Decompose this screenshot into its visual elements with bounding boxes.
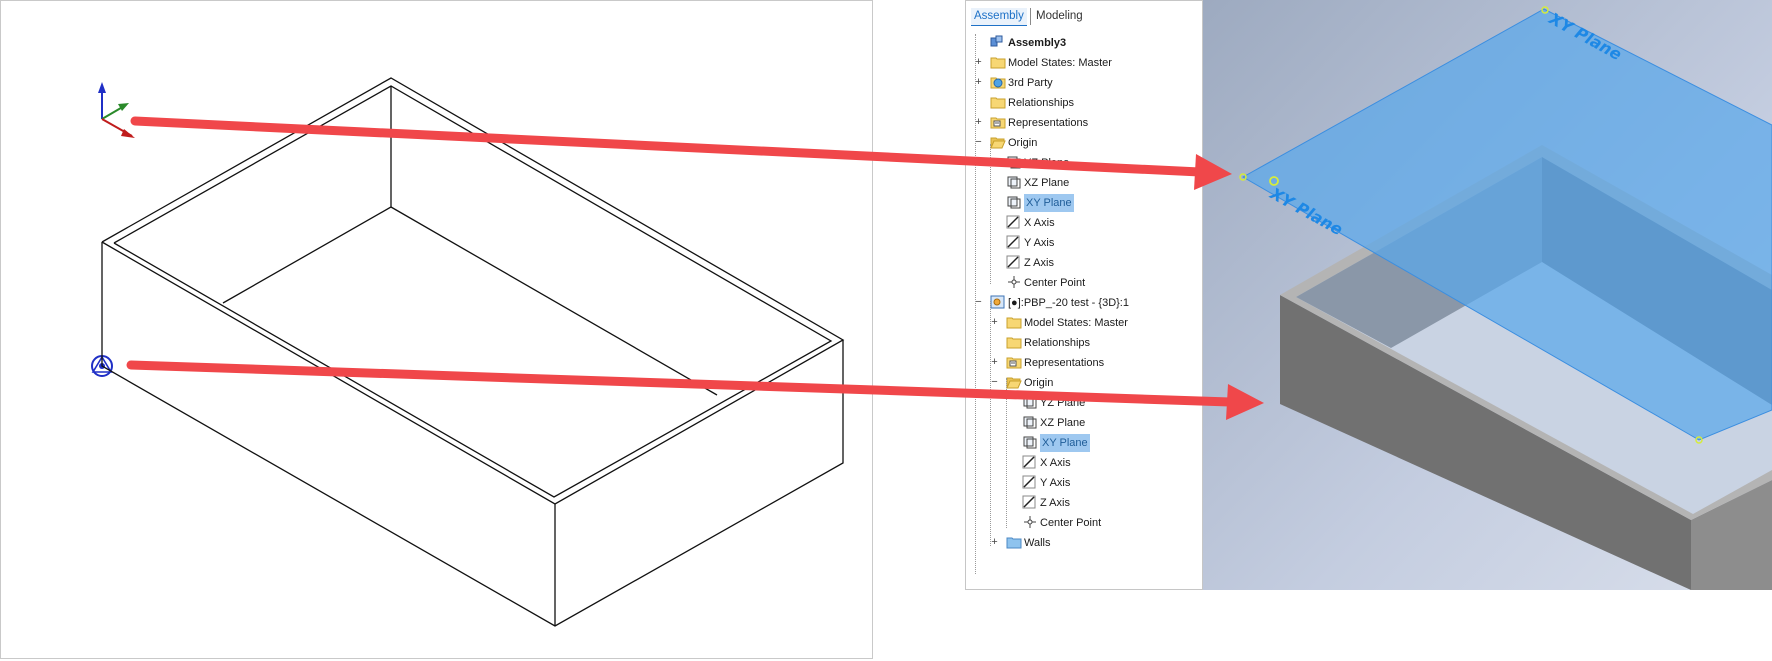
tree-node[interactable]: Z Axis [966, 494, 1202, 512]
tree-node[interactable]: + Walls [966, 534, 1202, 552]
tree-node-label: Model States: Master [1008, 57, 1112, 69]
folder-open-icon [1006, 375, 1022, 391]
tree-node[interactable]: XZ Plane [966, 414, 1202, 432]
tree-node[interactable]: XY Plane [966, 434, 1202, 452]
tree-node[interactable]: X Axis [966, 214, 1202, 232]
tree-node[interactable]: − Origin [966, 374, 1202, 392]
tab-modeling[interactable]: Modeling [1030, 8, 1083, 25]
tree-node[interactable]: Z Axis [966, 254, 1202, 272]
expand-icon[interactable]: + [990, 537, 999, 548]
tree-node-label: Model States: Master [1024, 317, 1128, 329]
center-point-icon [1022, 515, 1038, 531]
tree-node-label: YZ Plane [1024, 157, 1070, 169]
tree-node-label: Y Axis [1024, 237, 1055, 249]
tree-node[interactable]: Center Point [966, 514, 1202, 532]
tree-node[interactable]: X Axis [966, 454, 1202, 472]
tree-node[interactable]: − Origin [966, 134, 1202, 152]
folder-icon [1006, 335, 1022, 351]
tree-node-label: Assembly3 [1008, 37, 1067, 49]
plane-icon [1022, 435, 1038, 451]
tree-node[interactable]: + Model States: Master [966, 314, 1202, 332]
model-browser[interactable]: Assembly Modeling Assembly3 + Model States… [965, 0, 1203, 590]
ucs-icon [98, 82, 135, 138]
tree-node[interactable]: Relationships [966, 334, 1202, 352]
tree-node-label: X Axis [1040, 457, 1071, 469]
tree-node-label: Z Axis [1040, 497, 1070, 509]
axis-icon [1022, 455, 1038, 471]
tab-assembly[interactable]: Assembly [971, 8, 1027, 26]
axis-icon [1022, 475, 1038, 491]
wireframe-viewport[interactable] [0, 0, 873, 659]
tree-connector-line [990, 144, 991, 284]
tree-node-label: Relationships [1008, 97, 1075, 109]
tree-node-label: YZ Plane [1040, 397, 1086, 409]
tree-node-label: Representations [1024, 357, 1105, 369]
tree-node-label: Z Axis [1024, 257, 1054, 269]
plane-icon [1006, 175, 1022, 191]
tree-node[interactable]: Center Point [966, 274, 1202, 292]
expand-icon[interactable]: + [990, 317, 999, 328]
box-wireframe [101, 77, 845, 627]
center-point-icon [1006, 275, 1022, 291]
tree-node-label: Walls [1024, 537, 1051, 549]
part-icon [990, 295, 1006, 311]
tree-node[interactable]: Y Axis [966, 474, 1202, 492]
folder-open-icon [990, 135, 1006, 151]
tree-node[interactable]: + Representations [966, 354, 1202, 372]
tree-node-label: Center Point [1040, 517, 1102, 529]
tree-node-label: 3rd Party [1008, 77, 1053, 89]
tree-node-label: Representations [1008, 117, 1089, 129]
tree-node-label: Y Axis [1040, 477, 1071, 489]
tree-node[interactable]: YZ Plane [966, 394, 1202, 412]
tree-node-label: XZ Plane [1024, 177, 1070, 189]
assembly-icon [990, 35, 1006, 51]
tree-node-label: Origin [1024, 377, 1054, 389]
tree-node[interactable]: + Representations [966, 114, 1202, 132]
tree-node[interactable]: XY Plane [966, 194, 1202, 212]
tree-node-label: XZ Plane [1040, 417, 1086, 429]
tree-node-label: XY Plane [1040, 434, 1090, 452]
plane-icon [1006, 195, 1022, 211]
inventor-3d-viewport[interactable]: XY Plane XY Plane [1203, 0, 1772, 590]
folder-icon [990, 55, 1006, 71]
collapse-icon[interactable]: − [990, 377, 999, 388]
folder-blue-icon [1006, 535, 1022, 551]
axis-icon [1006, 255, 1022, 271]
plane-icon [1022, 415, 1038, 431]
tree-node-label: Relationships [1024, 337, 1091, 349]
plane-icon [1022, 395, 1038, 411]
folder-icon [990, 95, 1006, 111]
tree-node[interactable]: +3rd Party [966, 74, 1202, 92]
representations-icon [990, 115, 1006, 131]
tree-node[interactable]: XZ Plane [966, 174, 1202, 192]
tree-node[interactable]: − [●]:PBP_-20 test - {3D}:1 [966, 294, 1202, 312]
tree-connector-line [990, 301, 991, 546]
tree-node-label: XY Plane [1024, 194, 1074, 212]
tree-connector-line [975, 34, 976, 574]
plane-icon [1006, 155, 1022, 171]
axis-icon [1006, 235, 1022, 251]
tree-node[interactable]: YZ Plane [966, 154, 1202, 172]
tree-node-label: Center Point [1024, 277, 1086, 289]
tree-node-label: X Axis [1024, 217, 1055, 229]
tree-connector-line [1006, 378, 1007, 528]
third-party-icon [990, 75, 1006, 91]
axis-icon [1022, 495, 1038, 511]
representations-icon [1006, 355, 1022, 371]
tree-node[interactable]: + Model States: Master [966, 54, 1202, 72]
tree-node-label: Origin [1008, 137, 1038, 149]
folder-icon [1006, 315, 1022, 331]
tree-node[interactable]: Assembly3 [966, 34, 1202, 52]
tree-node[interactable]: Relationships [966, 94, 1202, 112]
tree-node[interactable]: Y Axis [966, 234, 1202, 252]
tree-node-label: [●]:PBP_-20 test - {3D}:1 [1008, 297, 1129, 309]
axis-icon [1006, 215, 1022, 231]
expand-icon[interactable]: + [990, 357, 999, 368]
